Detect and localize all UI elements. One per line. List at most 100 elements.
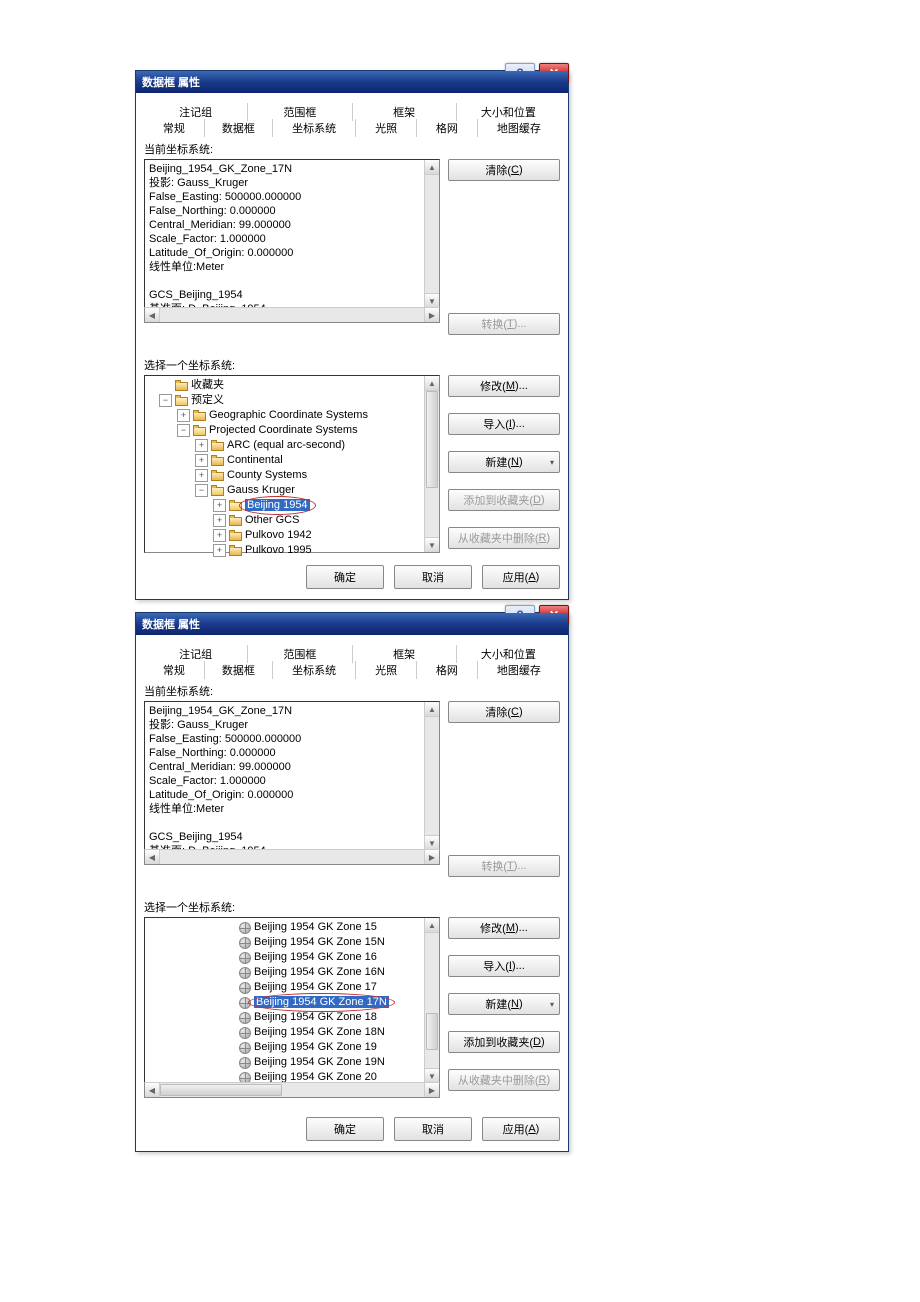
scroll-thumb[interactable] [426,1013,438,1050]
tab-dataframe[interactable]: 数据框 [204,661,272,679]
ok-button[interactable]: 确定 [306,1117,384,1141]
tab-coordsys[interactable]: 坐标系统 [272,661,355,679]
tree-county[interactable]: +County Systems [147,468,423,483]
globe-icon [239,982,251,994]
scroll-right-icon[interactable]: ▶ [424,308,439,322]
scroll-up-icon[interactable]: ▲ [425,702,439,717]
scroll-right-icon[interactable]: ▶ [424,1083,439,1097]
crs-tree-box[interactable]: Beijing 1954 GK Zone 15 Beijing 1954 GK … [144,917,440,1084]
scroll-up-icon[interactable]: ▲ [425,918,439,933]
scroll-down-icon[interactable]: ▼ [425,835,439,850]
scroll-up-icon[interactable]: ▲ [425,160,439,175]
vscroll[interactable]: ▲ ▼ [424,160,439,308]
add-favorite-button[interactable]: 添加到收藏夹(D) [448,1031,560,1053]
expand-icon[interactable]: + [177,409,190,422]
scroll-up-icon[interactable]: ▲ [425,376,439,391]
tree-pulkovo95[interactable]: +Pulkovo 1995 [147,543,423,558]
tree-gauss[interactable]: −Gauss Kruger [147,483,423,498]
scroll-left-icon[interactable]: ◀ [145,308,160,322]
tree-gcs[interactable]: +Geographic Coordinate Systems [147,408,423,423]
tab-coordsys[interactable]: 坐标系统 [272,119,355,137]
list-item[interactable]: Beijing 1954 GK Zone 19 [147,1040,423,1055]
ok-button[interactable]: 确定 [306,565,384,589]
cancel-button[interactable]: 取消 [394,1117,472,1141]
apply-button[interactable]: 应用(A) [482,1117,560,1141]
tree-arc[interactable]: +ARC (equal arc-second) [147,438,423,453]
folder-icon [193,410,206,421]
scroll-down-icon[interactable]: ▼ [425,537,439,552]
expand-icon[interactable]: + [195,469,208,482]
expand-icon[interactable]: + [213,514,226,527]
transform-button[interactable]: 转换(T)... [448,313,560,335]
folder-icon [211,455,224,466]
import-button[interactable]: 导入(I)... [448,955,560,977]
expand-icon[interactable]: + [195,454,208,467]
dialog-2: ? ✕ 数据框 属性 注记组 范围框 框架 大小和位置 常规 数据框 坐标系统 … [135,612,569,1152]
scroll-down-icon[interactable]: ▼ [425,1068,439,1083]
scroll-left-icon[interactable]: ◀ [145,1083,160,1097]
list-item[interactable]: Beijing 1954 GK Zone 16 [147,950,423,965]
tree-pulkovo42[interactable]: +Pulkovo 1942 [147,528,423,543]
list-item[interactable]: Beijing 1954 GK Zone 16N [147,965,423,980]
list-item[interactable]: Beijing 1954 GK Zone 15 [147,920,423,935]
titlebar[interactable]: 数据框 属性 [136,613,568,635]
vscroll[interactable]: ▲ ▼ [424,702,439,850]
tree-pcs[interactable]: −Projected Coordinate Systems [147,423,423,438]
collapse-icon[interactable]: − [159,394,172,407]
list-item[interactable]: Beijing 1954 GK Zone 19N [147,1055,423,1070]
expand-icon[interactable]: + [195,439,208,452]
tree-beijing1954[interactable]: +Beijing 1954 [147,498,423,513]
tree-predefined[interactable]: −预定义 [147,393,423,408]
tree-continental[interactable]: +Continental [147,453,423,468]
vscroll[interactable]: ▲ ▼ [424,376,439,552]
clear-button[interactable]: 清除(C) [448,701,560,723]
tab-general[interactable]: 常规 [144,119,204,137]
expand-icon[interactable]: + [213,499,226,512]
list-item[interactable]: Beijing 1954 GK Zone 15N [147,935,423,950]
scroll-thumb[interactable] [426,391,438,488]
dialog-title: 数据框 属性 [142,74,200,90]
tab-grid[interactable]: 格网 [416,119,477,137]
tab-lighting[interactable]: 光照 [355,119,416,137]
label-select-crs: 选择一个坐标系统: [144,899,560,915]
apply-button[interactable]: 应用(A) [482,565,560,589]
cancel-button[interactable]: 取消 [394,565,472,589]
new-button[interactable]: 新建(N) [448,451,560,473]
scroll-down-icon[interactable]: ▼ [425,293,439,308]
tab-lighting[interactable]: 光照 [355,661,416,679]
current-crs-box[interactable]: Beijing_1954_GK_Zone_17N 投影: Gauss_Kruge… [144,701,440,851]
tree-favorites[interactable]: 收藏夹 [147,378,423,393]
modify-button[interactable]: 修改(M)... [448,917,560,939]
modify-button[interactable]: 修改(M)... [448,375,560,397]
remove-favorite-button[interactable]: 从收藏夹中删除(R) [448,1069,560,1091]
new-button[interactable]: 新建(N) [448,993,560,1015]
scroll-h-thumb[interactable] [160,1084,282,1096]
scroll-left-icon[interactable]: ◀ [145,850,160,864]
vscroll[interactable]: ▲ ▼ [424,918,439,1083]
list-item[interactable]: Beijing 1954 GK Zone 17 [147,980,423,995]
list-item[interactable]: Beijing 1954 GK Zone 18N [147,1025,423,1040]
list-item-selected[interactable]: Beijing 1954 GK Zone 17N [147,995,423,1010]
expand-icon[interactable]: + [213,529,226,542]
tab-grid[interactable]: 格网 [416,661,477,679]
globe-icon [239,997,251,1009]
folder-icon [229,545,242,556]
remove-favorite-button[interactable]: 从收藏夹中删除(R) [448,527,560,549]
tab-cache[interactable]: 地图缓存 [477,119,560,137]
tab-dataframe[interactable]: 数据框 [204,119,272,137]
collapse-icon[interactable]: − [177,424,190,437]
clear-button[interactable]: 清除(C) [448,159,560,181]
list-item[interactable]: Beijing 1954 GK Zone 18 [147,1010,423,1025]
collapse-icon[interactable]: − [195,484,208,497]
tab-general[interactable]: 常规 [144,661,204,679]
transform-button[interactable]: 转换(T)... [448,855,560,877]
scroll-right-icon[interactable]: ▶ [424,850,439,864]
crs-tree-box[interactable]: 收藏夹 −预定义 +Geographic Coordinate Systems … [144,375,440,553]
tab-cache[interactable]: 地图缓存 [477,661,560,679]
import-button[interactable]: 导入(I)... [448,413,560,435]
expand-icon[interactable]: + [213,544,226,557]
titlebar[interactable]: 数据框 属性 [136,71,568,93]
current-crs-box[interactable]: Beijing_1954_GK_Zone_17N 投影: Gauss_Kruge… [144,159,440,309]
add-favorite-button[interactable]: 添加到收藏夹(D) [448,489,560,511]
tree-othergcs[interactable]: +Other GCS [147,513,423,528]
